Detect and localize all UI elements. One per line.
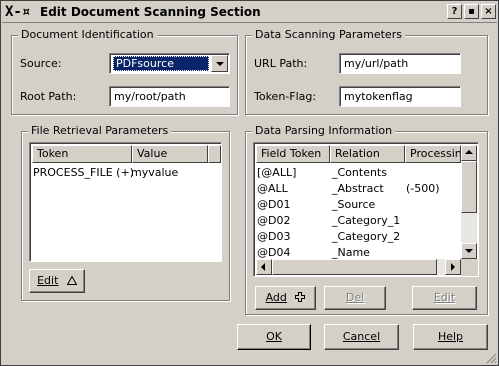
column-header-token[interactable]: Token [32,145,132,163]
relation-cell: _Name [332,246,370,259]
dialog-window: X-¤ Edit Document Scanning Section ? ▪ ×… [0,0,499,366]
relation-cell: _Category_1 [332,214,401,227]
field-token-cell: @D04 [257,246,291,259]
processing-cell: (-500) [406,182,440,195]
column-header-field-token[interactable]: Field Token [256,145,330,163]
cancel-button[interactable]: Cancel [324,324,399,350]
triangle-up-icon [66,275,78,285]
scroll-right-button[interactable] [445,259,461,275]
arrow-left-icon [261,263,265,271]
scroll-corner [461,259,478,276]
arrow-up-icon [465,150,473,154]
resize-grip-icon[interactable] [485,352,497,364]
field-token-cell: @ALL [257,182,288,195]
relation-cell: _Contents [332,166,387,179]
arrow-down-icon [465,249,473,253]
del-button[interactable]: Del [324,286,386,310]
value-cell: myvalue [131,166,179,179]
ok-label: OK [266,330,282,343]
document-identification-label: Document Identification [18,28,157,42]
plus-icon [295,292,306,302]
help-button[interactable]: Help [413,324,488,350]
token-flag-input[interactable]: mytokenflag [339,86,461,107]
horizontal-scroll-thumb[interactable] [272,259,437,275]
file-retrieval-table[interactable]: Token Value PROCESS_FILE (+) myvalue [29,142,222,262]
vertical-scroll-thumb[interactable] [461,161,477,213]
root-path-input[interactable]: my/root/path [109,86,230,107]
token-cell: PROCESS_FILE (+) [33,166,134,179]
vertical-scrollbar[interactable] [461,145,477,259]
data-parsing-label: Data Parsing Information [252,124,396,138]
field-token-cell: @D03 [257,230,291,243]
url-path-label: URL Path: [254,57,308,70]
file-retrieval-label: File Retrieval Parameters [28,124,172,138]
del-label: Del [345,291,365,304]
scroll-left-button[interactable] [256,259,272,275]
data-parsing-table[interactable]: Field Token Relation Processing [@ALL] _… [253,142,479,277]
app-icon: X-¤ [5,4,31,20]
add-label: Add [265,291,287,304]
field-token-cell: @D01 [257,198,291,211]
scroll-up-button[interactable] [461,145,477,161]
field-token-cell: [@ALL] [257,166,297,179]
minimize-icon[interactable]: ▪ [464,4,479,19]
column-header-processing[interactable]: Processing [405,145,461,163]
parsing-edit-button[interactable]: Edit [412,286,477,310]
url-path-input[interactable]: my/url/path [339,53,461,74]
add-button[interactable]: Add [255,286,316,310]
relation-cell: _Source [332,198,376,211]
arrow-right-icon [451,263,455,271]
field-token-cell: @D02 [257,214,291,227]
source-selected-value: PDFsource [113,56,209,71]
token-flag-label: Token-Flag: [254,90,317,103]
data-scanning-label: Data Scanning Parameters [252,28,405,42]
help-icon[interactable]: ? [447,4,462,19]
column-header-relation[interactable]: Relation [330,145,405,163]
cancel-label: Cancel [342,330,381,343]
close-icon[interactable]: × [481,4,496,19]
source-label: Source: [20,57,62,70]
horizontal-scrollbar[interactable] [256,259,461,275]
scroll-down-button[interactable] [461,243,477,259]
title-bar[interactable]: X-¤ Edit Document Scanning Section ? ▪ × [2,2,497,23]
relation-cell: _Abstract [332,182,384,195]
relation-cell: _Category_2 [332,230,401,243]
edit-label: Edit [37,274,59,287]
window-title: Edit Document Scanning Section [40,5,261,19]
file-retrieval-edit-button[interactable]: Edit [29,269,85,293]
ok-button[interactable]: OK [237,324,311,350]
edit-label: Edit [433,291,456,304]
root-path-label: Root Path: [20,90,77,103]
chevron-down-icon [216,62,224,66]
help-label: Help [437,330,464,343]
source-select[interactable]: PDFsource [109,53,230,74]
column-header-filler [208,145,221,163]
column-header-value[interactable]: Value [132,145,208,163]
dropdown-button[interactable] [211,55,228,72]
